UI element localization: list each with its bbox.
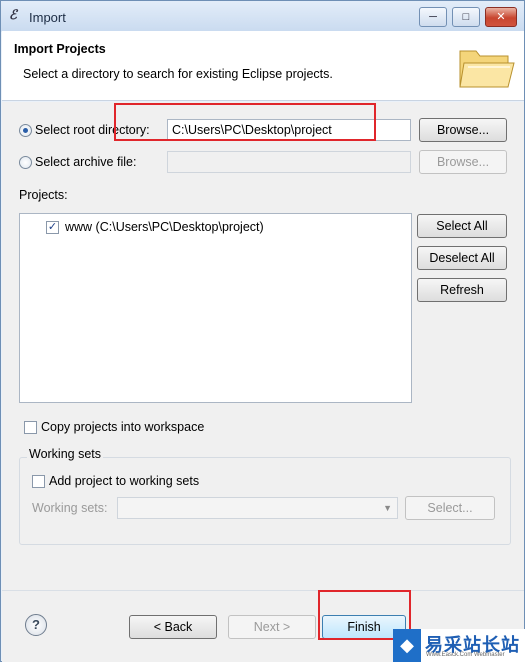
root-directory-label: Select root directory:	[35, 123, 150, 137]
select-all-button[interactable]: Select All	[417, 214, 507, 238]
wizard-body: Select root directory: C:\Users\PC\Deskt…	[2, 102, 524, 590]
window-title: Import	[29, 10, 66, 25]
archive-browse-button[interactable]: Browse...	[419, 150, 507, 174]
root-browse-button[interactable]: Browse...	[419, 118, 507, 142]
project-label: www (C:\Users\PC\Desktop\project)	[65, 220, 264, 234]
archive-file-input[interactable]	[167, 151, 411, 173]
watermark-logo: ◆	[393, 629, 421, 662]
import-dialog: ℰ Import ─ □ ✕ Import Projects Select a …	[0, 0, 525, 662]
folder-icon	[459, 50, 515, 88]
projects-list[interactable]: ✓ www (C:\Users\PC\Desktop\project)	[19, 213, 412, 403]
close-button[interactable]: ✕	[485, 7, 517, 27]
page-description: Select a directory to search for existin…	[23, 67, 333, 81]
refresh-button[interactable]: Refresh	[417, 278, 507, 302]
root-directory-input[interactable]: C:\Users\PC\Desktop\project	[167, 119, 411, 141]
copy-projects-label: Copy projects into workspace	[41, 420, 205, 434]
project-checkbox[interactable]: ✓	[46, 221, 59, 234]
projects-label: Projects:	[19, 188, 68, 202]
copy-projects-checkbox[interactable]	[24, 421, 37, 434]
working-sets-field-label: Working sets:	[32, 501, 108, 515]
archive-file-label: Select archive file:	[35, 155, 137, 169]
watermark-subtext: Www.Easck.Com Webmaster	[426, 652, 505, 658]
help-icon[interactable]: ?	[25, 614, 47, 636]
page-title: Import Projects	[14, 42, 106, 56]
working-sets-group-label: Working sets	[27, 447, 104, 461]
add-to-working-sets-label: Add project to working sets	[49, 474, 200, 488]
add-to-working-sets-checkbox[interactable]	[32, 475, 45, 488]
minimize-button[interactable]: ─	[419, 7, 447, 27]
eclipse-app-icon: ℰ	[9, 8, 17, 23]
chevron-down-icon: ▼	[383, 503, 392, 513]
title-bar[interactable]: ℰ Import ─ □ ✕	[1, 1, 524, 31]
next-button[interactable]: Next >	[228, 615, 316, 639]
maximize-button[interactable]: □	[452, 7, 480, 27]
watermark: ◆ 易采站长站 Www.Easck.Com Webmaster	[393, 629, 525, 662]
deselect-all-button[interactable]: Deselect All	[417, 246, 507, 270]
working-sets-combo[interactable]: ▼	[117, 497, 398, 519]
working-sets-select-button[interactable]: Select...	[405, 496, 495, 520]
wizard-header: Import Projects Select a directory to se…	[2, 31, 524, 101]
root-directory-radio[interactable]	[19, 124, 32, 137]
archive-file-radio[interactable]	[19, 156, 32, 169]
back-button[interactable]: < Back	[129, 615, 217, 639]
